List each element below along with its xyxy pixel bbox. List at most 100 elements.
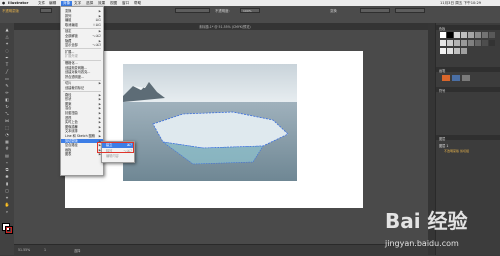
object-menu-item[interactable]: 栅格化... bbox=[61, 61, 103, 65]
artboard-tool-icon[interactable]: ▢ bbox=[3, 188, 11, 193]
menu-item-label: 图表 bbox=[65, 152, 72, 157]
submenu-arrow-icon: ▶ bbox=[98, 38, 101, 43]
rectangle-tool-icon[interactable]: ▭ bbox=[3, 76, 11, 81]
brushes-panel-header[interactable]: 画笔 bbox=[436, 67, 500, 73]
swatch-grid[interactable] bbox=[440, 32, 496, 62]
layers-tab[interactable]: 图层 bbox=[439, 136, 445, 141]
object-menu-item[interactable]: 创建裁切标记 bbox=[61, 86, 103, 90]
menu-item-label: 创建裁切标记 bbox=[65, 86, 85, 90]
menu-item-label: Line 和 Sketch 图稿 bbox=[65, 134, 95, 138]
layer-row[interactable]: 图层 1 bbox=[439, 143, 499, 148]
shape-builder-icon[interactable]: ◔ bbox=[3, 132, 11, 137]
fill-swatch[interactable] bbox=[40, 8, 52, 13]
object-menu-item[interactable]: 混合 ▶ bbox=[61, 106, 103, 110]
type-tool-icon[interactable]: T bbox=[3, 62, 11, 67]
object-menu-item[interactable]: 图表 ▶ bbox=[61, 152, 103, 156]
menu-edit[interactable]: 编辑 bbox=[49, 1, 56, 6]
menu-item-label: 混合 bbox=[65, 106, 72, 111]
object-menu-item[interactable]: 实时上色 ▶ bbox=[61, 120, 103, 124]
swatches-panel-header[interactable]: 色板 bbox=[436, 25, 500, 31]
page-number[interactable]: 1 bbox=[44, 248, 46, 252]
object-menu-item[interactable]: 变换 ▶ bbox=[61, 9, 103, 13]
submenu-arrow-icon: ▶ bbox=[98, 29, 101, 34]
brush-swatch[interactable] bbox=[442, 75, 450, 81]
slice-tool-icon[interactable]: ⌖ bbox=[3, 195, 11, 200]
object-menu-item[interactable]: 文本绕排 ▶ bbox=[61, 129, 103, 133]
app-name[interactable]: Illustrator bbox=[8, 1, 28, 5]
graph-tool-icon[interactable]: ▮ bbox=[3, 181, 11, 186]
submenu-arrow-icon: ▶ bbox=[98, 111, 101, 115]
symbols-panel-header[interactable]: 符号 bbox=[436, 87, 500, 93]
current-tool: 选择 bbox=[74, 249, 81, 253]
apple-icon[interactable]: ● bbox=[2, 1, 5, 5]
menu-item-shortcut: ⌥⌘2 bbox=[92, 34, 101, 38]
zoom-tool-icon[interactable]: ⌕ bbox=[3, 209, 11, 214]
width-tool-icon[interactable]: ⋈ bbox=[3, 118, 11, 123]
direct-selection-tool-icon[interactable]: △ bbox=[3, 34, 11, 39]
menu-window[interactable]: 窗口 bbox=[122, 1, 129, 6]
brush-swatch[interactable] bbox=[452, 75, 460, 81]
menu-effect[interactable]: 效果 bbox=[98, 1, 105, 6]
menu-view[interactable]: 视图 bbox=[110, 1, 117, 6]
layers-panel-header[interactable]: 图层 bbox=[436, 135, 500, 141]
object-menu-item[interactable]: 形状 ▶ bbox=[61, 97, 103, 101]
object-menu-item[interactable]: 全部解锁 ⌥⌘2 bbox=[61, 34, 103, 38]
object-menu-item[interactable]: 创建对象马赛克... bbox=[61, 70, 103, 74]
hand-tool-icon[interactable]: ✋ bbox=[3, 202, 11, 207]
menu-select[interactable]: 选择 bbox=[86, 1, 93, 6]
brush-swatch[interactable] bbox=[462, 75, 470, 81]
object-menu-item[interactable]: 编组 ⌘G bbox=[61, 18, 103, 22]
magic-wand-icon[interactable]: ✦ bbox=[3, 41, 11, 46]
workspace-dropdown[interactable] bbox=[395, 8, 425, 13]
pen-tool-icon[interactable]: ✒ bbox=[3, 55, 11, 60]
align-controls[interactable] bbox=[360, 8, 390, 13]
symbol-sprayer-icon[interactable]: ✺ bbox=[3, 174, 11, 179]
submenu-item-label: 编辑内容 bbox=[106, 154, 119, 158]
eyedropper-icon[interactable]: ⌁ bbox=[3, 160, 11, 165]
pencil-icon[interactable]: ✏ bbox=[3, 90, 11, 95]
menu-item-label: 复合路径 bbox=[65, 143, 78, 148]
gradient-tool-icon[interactable]: ▤ bbox=[3, 153, 11, 158]
menu-item-label: 栅格化... bbox=[65, 61, 78, 65]
brushes-tab[interactable]: 画笔 bbox=[439, 68, 445, 73]
opacity-field[interactable]: 100% bbox=[240, 8, 260, 13]
symbols-tab[interactable]: 符号 bbox=[439, 88, 445, 93]
scale-icon[interactable]: ⤡ bbox=[3, 111, 11, 116]
swatches-tab[interactable]: 色板 bbox=[439, 26, 445, 31]
profile-dropdown[interactable] bbox=[175, 8, 210, 13]
paintbrush-icon[interactable]: ✎ bbox=[3, 83, 11, 88]
object-menu-item[interactable]: 封套扭曲 ▶ bbox=[61, 111, 103, 115]
blend-tool-icon[interactable]: ⧉ bbox=[3, 167, 11, 172]
menu-item-label: 形状 bbox=[65, 97, 72, 102]
object-menu-item[interactable]: 取消编组 ⇧⌘G bbox=[61, 23, 103, 27]
submenu-arrow-icon: ▶ bbox=[98, 134, 101, 138]
object-menu-item[interactable]: 拼合透明度... bbox=[61, 75, 103, 79]
eraser-icon[interactable]: ◧ bbox=[3, 97, 11, 102]
line-tool-icon[interactable]: ╱ bbox=[3, 69, 11, 74]
object-menu-item[interactable]: Line 和 Sketch 图稿 ▶ bbox=[61, 134, 103, 138]
transform-label[interactable]: 变换 bbox=[330, 8, 337, 13]
object-menu-item[interactable]: 锁定 ▶ bbox=[61, 29, 103, 33]
submenu-arrow-icon: ▶ bbox=[98, 97, 101, 102]
object-menu-item[interactable]: 切片 ▶ bbox=[61, 81, 103, 85]
object-menu-item[interactable]: 显示全部 ⌥⌘3 bbox=[61, 43, 103, 47]
menu-help[interactable]: 帮助 bbox=[134, 1, 141, 6]
menu-file[interactable]: 文件 bbox=[38, 1, 45, 6]
mesh-tool-icon[interactable]: # bbox=[3, 146, 11, 151]
iceberg-photo[interactable] bbox=[123, 64, 297, 181]
zoom-level[interactable]: 51.55% bbox=[18, 248, 30, 252]
lasso-icon[interactable]: ◌ bbox=[3, 48, 11, 53]
stroke-color-swatch[interactable] bbox=[5, 226, 13, 234]
watermark-brand: Bai 经验 bbox=[385, 209, 468, 233]
document-tab[interactable]: 未标题-1* @ 51.55% (CMYK/预览) bbox=[199, 24, 251, 29]
perspective-grid-icon[interactable]: ▦ bbox=[3, 139, 11, 144]
free-transform-icon[interactable]: ⬚ bbox=[3, 125, 11, 130]
submenu-arrow-icon: ▶ bbox=[98, 92, 101, 97]
submenu-arrow-icon: ▶ bbox=[98, 101, 101, 106]
layer-sublayer-row[interactable]: 不透明蒙版 剪切组 bbox=[444, 149, 499, 154]
menu-text[interactable]: 文字 bbox=[74, 1, 81, 6]
selection-tool-icon[interactable]: ▲ bbox=[3, 27, 11, 32]
rotate-icon[interactable]: ↻ bbox=[3, 104, 11, 109]
menu-item-label: 锁定 bbox=[65, 29, 72, 34]
menu-object[interactable]: 对象 bbox=[61, 0, 73, 6]
